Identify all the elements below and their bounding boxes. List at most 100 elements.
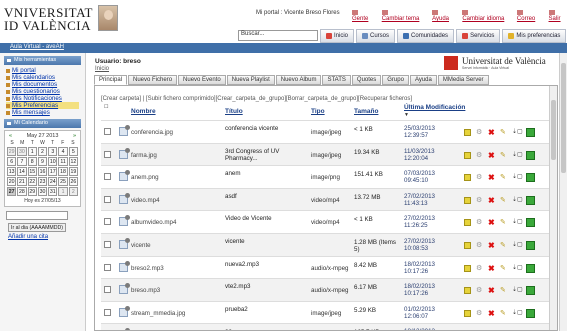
tab-stats[interactable]: STATS <box>322 75 351 85</box>
menu-my-notifications[interactable]: Mis Notificaciones <box>6 95 79 102</box>
row-checkbox[interactable] <box>104 218 111 226</box>
calendar-day[interactable]: 13 <box>7 167 17 176</box>
move-icon[interactable]: ⚙ <box>476 219 483 226</box>
delete-icon[interactable]: ✖ <box>488 174 495 182</box>
calendar-day[interactable]: 30 <box>37 187 48 196</box>
row-checkbox[interactable] <box>104 128 111 135</box>
download-icon[interactable]: ⇣▢ <box>512 174 523 181</box>
calendar-day[interactable]: 1 <box>27 147 37 156</box>
file-name-link[interactable]: farma.jpg <box>131 152 157 159</box>
move-icon[interactable]: ⚙ <box>476 265 483 272</box>
properties-icon[interactable] <box>464 129 471 136</box>
logout-link[interactable]: Salir <box>548 10 567 22</box>
download-icon[interactable]: ⇣▢ <box>512 242 523 249</box>
nav-home[interactable]: Inicio <box>320 29 355 43</box>
calendar-day[interactable]: 6 <box>7 157 17 166</box>
calendar-day[interactable]: 20 <box>7 177 17 186</box>
tab-grupo[interactable]: Grupo <box>382 75 409 85</box>
file-name-link[interactable]: stream_mmedia.jpg <box>131 310 185 317</box>
change-theme-link[interactable]: Cambiar tema <box>381 10 425 22</box>
row-checkbox[interactable] <box>104 240 111 248</box>
edit-icon[interactable]: ✎ <box>500 287 507 294</box>
date-input[interactable] <box>6 211 68 220</box>
download-icon[interactable]: ⇣▢ <box>512 310 523 317</box>
properties-icon[interactable] <box>464 174 471 182</box>
breadcrumb[interactable]: Aula Virtual - aveAH <box>10 44 64 50</box>
calendar-day[interactable]: 1 <box>58 187 68 196</box>
edit-icon[interactable]: ✎ <box>500 219 507 226</box>
column-tipo[interactable]: Tipo <box>311 108 325 115</box>
row-checkbox[interactable] <box>104 173 111 181</box>
column-tamano[interactable]: Tamaño <box>354 108 378 115</box>
move-icon[interactable]: ⚙ <box>476 174 483 181</box>
share-icon[interactable] <box>526 150 535 160</box>
tab-nuevo-album[interactable]: Nuevo Album <box>275 75 322 85</box>
calendar-day[interactable]: 12 <box>68 157 78 166</box>
row-checkbox[interactable] <box>104 308 111 316</box>
calendar-day[interactable]: 31 <box>48 187 58 196</box>
tab-nueva-playlist[interactable]: Nueva Playlist <box>226 75 275 85</box>
calendar-day[interactable]: 5 <box>68 147 78 156</box>
calendar-day[interactable]: 9 <box>37 157 48 166</box>
properties-icon[interactable] <box>464 219 471 227</box>
edit-icon[interactable]: ✎ <box>500 265 507 272</box>
tab-nuevo-fichero[interactable]: Nuevo Fichero <box>128 75 178 85</box>
select-all-checkbox[interactable]: ☐ <box>104 104 108 110</box>
edit-icon[interactable]: ✎ <box>500 242 507 249</box>
calendar-day[interactable]: 8 <box>27 157 37 166</box>
page-scrollbar-thumb[interactable] <box>561 63 566 173</box>
calendar-day[interactable]: 11 <box>58 157 68 166</box>
calendar-day[interactable]: 10 <box>48 157 58 166</box>
delete-icon[interactable]: ✖ <box>488 219 495 227</box>
calendar-day[interactable]: 19 <box>68 167 78 176</box>
calendar-day[interactable]: 24 <box>48 177 58 186</box>
content-scrollbar[interactable] <box>549 86 557 330</box>
tab-nuevo-evento[interactable]: Nuevo Evento <box>178 75 226 85</box>
nav-communities[interactable]: Comunidades <box>397 29 455 43</box>
people-link[interactable]: Gente <box>352 10 375 22</box>
calendar-day[interactable]: 2 <box>68 187 78 196</box>
page-scrollbar[interactable] <box>559 53 567 331</box>
edit-icon[interactable]: ✎ <box>500 310 507 317</box>
tab-quotes[interactable]: Quotes <box>351 75 382 85</box>
properties-icon[interactable] <box>464 264 471 272</box>
calendar-day[interactable]: 21 <box>17 177 27 186</box>
move-icon[interactable]: ⚙ <box>476 152 483 159</box>
mail-link[interactable]: Correo <box>516 10 542 22</box>
file-name-link[interactable]: albumvideo.mp4 <box>131 219 176 226</box>
properties-icon[interactable] <box>464 241 471 249</box>
tools-panel-title[interactable]: Mis herramientas <box>4 56 81 65</box>
properties-icon[interactable] <box>464 287 471 295</box>
folder-actions[interactable]: [Crear carpeta] | [Subir fichero comprim… <box>101 96 412 102</box>
move-icon[interactable]: ⚙ <box>476 129 483 136</box>
download-icon[interactable]: ⇣▢ <box>512 287 523 294</box>
file-name-link[interactable]: vicente <box>131 242 151 249</box>
delete-icon[interactable]: ✖ <box>488 287 495 295</box>
menu-my-questionnaires[interactable]: Mis cuestionarios <box>6 88 79 95</box>
column-titulo[interactable]: Título <box>225 108 243 115</box>
column-nombre[interactable]: Nombre <box>131 108 156 115</box>
calendar-day[interactable]: 23 <box>37 177 48 186</box>
tab-ayuda[interactable]: Ayuda <box>409 75 437 85</box>
inicio-link[interactable]: Inicio <box>95 66 109 72</box>
edit-icon[interactable]: ✎ <box>500 197 507 204</box>
delete-icon[interactable]: ✖ <box>488 196 495 204</box>
download-icon[interactable]: ⇣▢ <box>512 152 523 159</box>
calendar-day[interactable]: 27 <box>7 187 17 196</box>
help-link[interactable]: Ayuda <box>432 10 455 22</box>
delete-icon[interactable]: ✖ <box>488 241 495 249</box>
move-icon[interactable]: ⚙ <box>476 287 483 294</box>
share-icon[interactable] <box>526 240 535 250</box>
tab-mmedia-server[interactable]: MMedia Server <box>437 75 489 85</box>
tab-principal[interactable]: Principal <box>94 75 128 85</box>
nav-services[interactable]: Servicios <box>456 29 501 43</box>
file-name-link[interactable]: breso.mp3 <box>131 287 160 294</box>
download-icon[interactable]: ⇣▢ <box>512 219 523 226</box>
calendar-day[interactable]: 26 <box>68 177 78 186</box>
row-checkbox[interactable] <box>104 195 111 203</box>
calendar-day[interactable]: 29 <box>7 147 17 156</box>
menu-my-portal[interactable]: Mi portal <box>6 67 79 74</box>
calendar-panel-title[interactable]: Mi Calendario <box>4 119 81 128</box>
file-name-link[interactable]: conferencia.jpg <box>131 129 173 136</box>
share-icon[interactable] <box>526 263 535 273</box>
